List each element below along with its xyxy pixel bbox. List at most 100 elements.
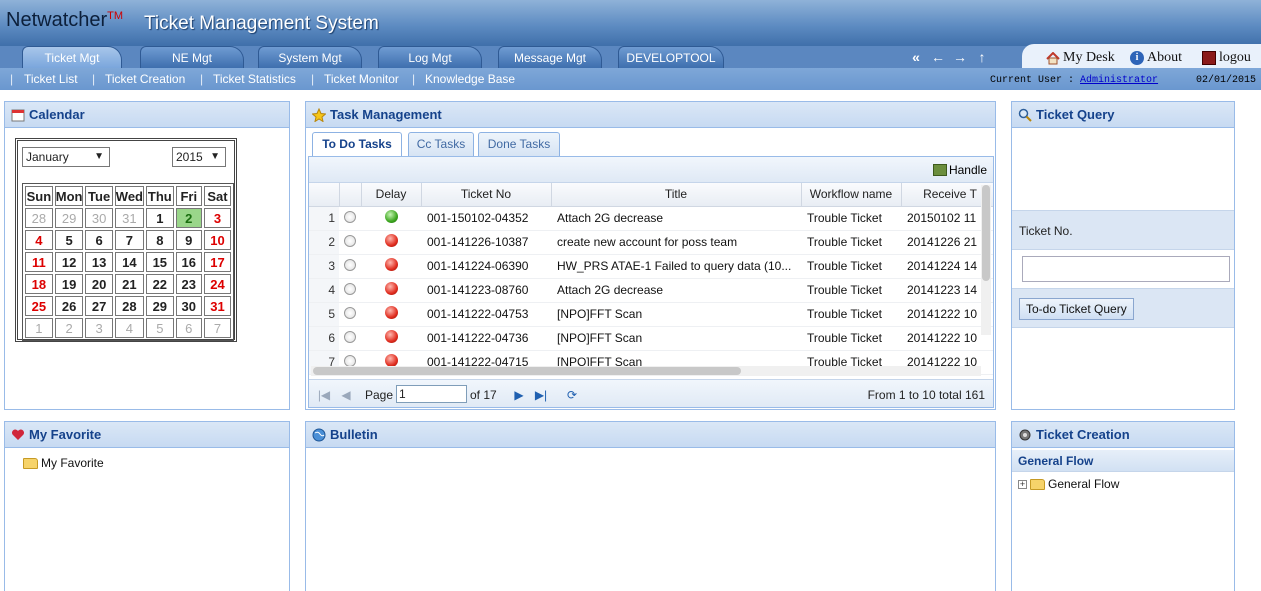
calendar-day[interactable]: 30	[85, 208, 113, 228]
handle-button[interactable]: Handle	[932, 163, 987, 177]
calendar-day-today[interactable]: 2	[175, 208, 202, 228]
first-page-icon[interactable]: |◀	[317, 388, 331, 402]
calendar-day[interactable]: 9	[175, 230, 202, 250]
table-row[interactable]: 5 001-141222-04753 [NPO]FFT Scan Trouble…	[309, 302, 993, 327]
sub-nav-ticket-list[interactable]: Ticket List	[24, 72, 78, 86]
calendar-day[interactable]: 21	[114, 274, 144, 294]
calendar-day[interactable]: 26	[54, 296, 84, 316]
first-arrow-icon[interactable]: «	[908, 49, 924, 65]
ticket-no-cell[interactable]: 001-141222-04736	[421, 326, 551, 351]
month-select[interactable]: January ▼	[22, 147, 110, 167]
up-arrow-icon[interactable]: ↑	[974, 49, 990, 65]
logout-link[interactable]: logou	[1202, 50, 1251, 66]
row-select[interactable]	[339, 254, 361, 279]
tab-developtool[interactable]: DEVELOPTOOL	[618, 46, 724, 68]
mydesk-link[interactable]: My Desk	[1046, 50, 1115, 66]
prev-page-icon[interactable]: ◀	[339, 388, 353, 402]
calendar-day[interactable]: 3	[203, 208, 231, 228]
calendar-day[interactable]: 14	[114, 252, 144, 272]
horizontal-scrollbar[interactable]	[311, 366, 981, 376]
row-select[interactable]	[339, 206, 361, 231]
calendar-day[interactable]: 28	[25, 208, 53, 228]
sub-nav-ticket-creation[interactable]: Ticket Creation	[105, 72, 185, 86]
radio-icon[interactable]	[344, 282, 356, 295]
calendar-day[interactable]: 1	[25, 318, 53, 338]
calendar-day[interactable]: 31	[114, 208, 144, 228]
calendar-day[interactable]: 28	[114, 296, 144, 316]
calendar-day[interactable]: 16	[175, 252, 202, 272]
todo-ticket-query-button[interactable]: To-do Ticket Query	[1019, 298, 1134, 320]
scroll-thumb[interactable]	[982, 185, 990, 281]
calendar-day[interactable]: 24	[203, 274, 231, 294]
title-cell[interactable]: create new account for poss team	[551, 230, 801, 255]
ticket-no-input[interactable]	[1022, 256, 1230, 282]
calendar-day[interactable]: 5	[146, 318, 174, 338]
ticket-no-cell[interactable]: 001-141224-06390	[421, 254, 551, 279]
forward-arrow-icon[interactable]: →	[952, 49, 968, 65]
title-cell[interactable]: Attach 2G decrease	[551, 206, 801, 231]
favorite-tree-item[interactable]: My Favorite	[23, 456, 104, 470]
title-cell[interactable]: [NPO]FFT Scan	[551, 326, 801, 351]
calendar-day[interactable]: 8	[146, 230, 174, 250]
table-row[interactable]: 6 001-141222-04736 [NPO]FFT Scan Trouble…	[309, 326, 993, 351]
table-row[interactable]: 3 001-141224-06390 HW_PRS ATAE-1 Failed …	[309, 254, 993, 279]
expand-icon[interactable]: +	[1018, 479, 1027, 489]
calendar-day[interactable]: 15	[146, 252, 174, 272]
calendar-day[interactable]: 4	[114, 318, 144, 338]
calendar-day[interactable]: 23	[175, 274, 202, 294]
tab-message-mgt[interactable]: Message Mgt	[498, 46, 602, 68]
calendar-day[interactable]: 6	[85, 230, 113, 250]
calendar-day[interactable]: 12	[54, 252, 84, 272]
calendar-day[interactable]: 29	[54, 208, 84, 228]
about-link[interactable]: i About	[1130, 50, 1182, 66]
refresh-icon[interactable]: ⟳	[565, 388, 579, 402]
sub-nav-ticket-monitor[interactable]: Ticket Monitor	[324, 72, 399, 86]
next-page-icon[interactable]: ▶	[512, 388, 526, 402]
calendar-day[interactable]: 7	[114, 230, 144, 250]
table-row[interactable]: 4 001-141223-08760 Attach 2G decrease Tr…	[309, 278, 993, 303]
col-ticket-no[interactable]: Ticket No	[421, 183, 552, 207]
calendar-day[interactable]: 6	[175, 318, 202, 338]
title-cell[interactable]: Attach 2G decrease	[551, 278, 801, 303]
calendar-day[interactable]: 31	[203, 296, 231, 316]
calendar-day[interactable]: 25	[25, 296, 53, 316]
radio-icon[interactable]	[344, 210, 356, 223]
page-input[interactable]: 1	[396, 385, 467, 403]
calendar-day[interactable]: 29	[146, 296, 174, 316]
tab-cc-tasks[interactable]: Cc Tasks	[408, 132, 474, 156]
calendar-day[interactable]: 17	[203, 252, 231, 272]
calendar-day[interactable]: 27	[85, 296, 113, 316]
ticket-no-cell[interactable]: 001-141222-04753	[421, 302, 551, 327]
radio-icon[interactable]	[344, 330, 356, 343]
col-workflow[interactable]: Workflow name	[801, 183, 902, 207]
general-flow-tree-item[interactable]: + General Flow	[1018, 477, 1119, 491]
calendar-day[interactable]: 2	[54, 318, 84, 338]
radio-icon[interactable]	[344, 234, 356, 247]
calendar-day[interactable]: 5	[54, 230, 84, 250]
tab-system-mgt[interactable]: System Mgt	[258, 46, 362, 68]
tab-log-mgt[interactable]: Log Mgt	[378, 46, 482, 68]
calendar-day[interactable]: 13	[85, 252, 113, 272]
calendar-day[interactable]: 7	[203, 318, 231, 338]
table-row[interactable]: 2 001-141226-10387 create new account fo…	[309, 230, 993, 255]
calendar-day[interactable]: 20	[85, 274, 113, 294]
ticket-no-cell[interactable]: 001-150102-04352	[421, 206, 551, 231]
scroll-thumb[interactable]	[313, 367, 741, 375]
row-select[interactable]	[339, 230, 361, 255]
calendar-day[interactable]: 10	[203, 230, 231, 250]
calendar-day[interactable]: 3	[85, 318, 113, 338]
tab-done-tasks[interactable]: Done Tasks	[478, 132, 560, 156]
title-cell[interactable]: HW_PRS ATAE-1 Failed to query data (10..…	[551, 254, 801, 279]
calendar-day[interactable]: 19	[54, 274, 84, 294]
back-arrow-icon[interactable]: ←	[930, 49, 946, 65]
row-select[interactable]	[339, 326, 361, 351]
last-page-icon[interactable]: ▶|	[534, 388, 548, 402]
col-title[interactable]: Title	[551, 183, 802, 207]
ticket-no-cell[interactable]: 001-141226-10387	[421, 230, 551, 255]
col-delay[interactable]: Delay	[361, 183, 422, 207]
calendar-day[interactable]: 22	[146, 274, 174, 294]
radio-icon[interactable]	[344, 258, 356, 271]
calendar-day[interactable]: 18	[25, 274, 53, 294]
vertical-scrollbar[interactable]	[981, 185, 991, 335]
tab-ticket-mgt[interactable]: Ticket Mgt	[22, 46, 122, 68]
